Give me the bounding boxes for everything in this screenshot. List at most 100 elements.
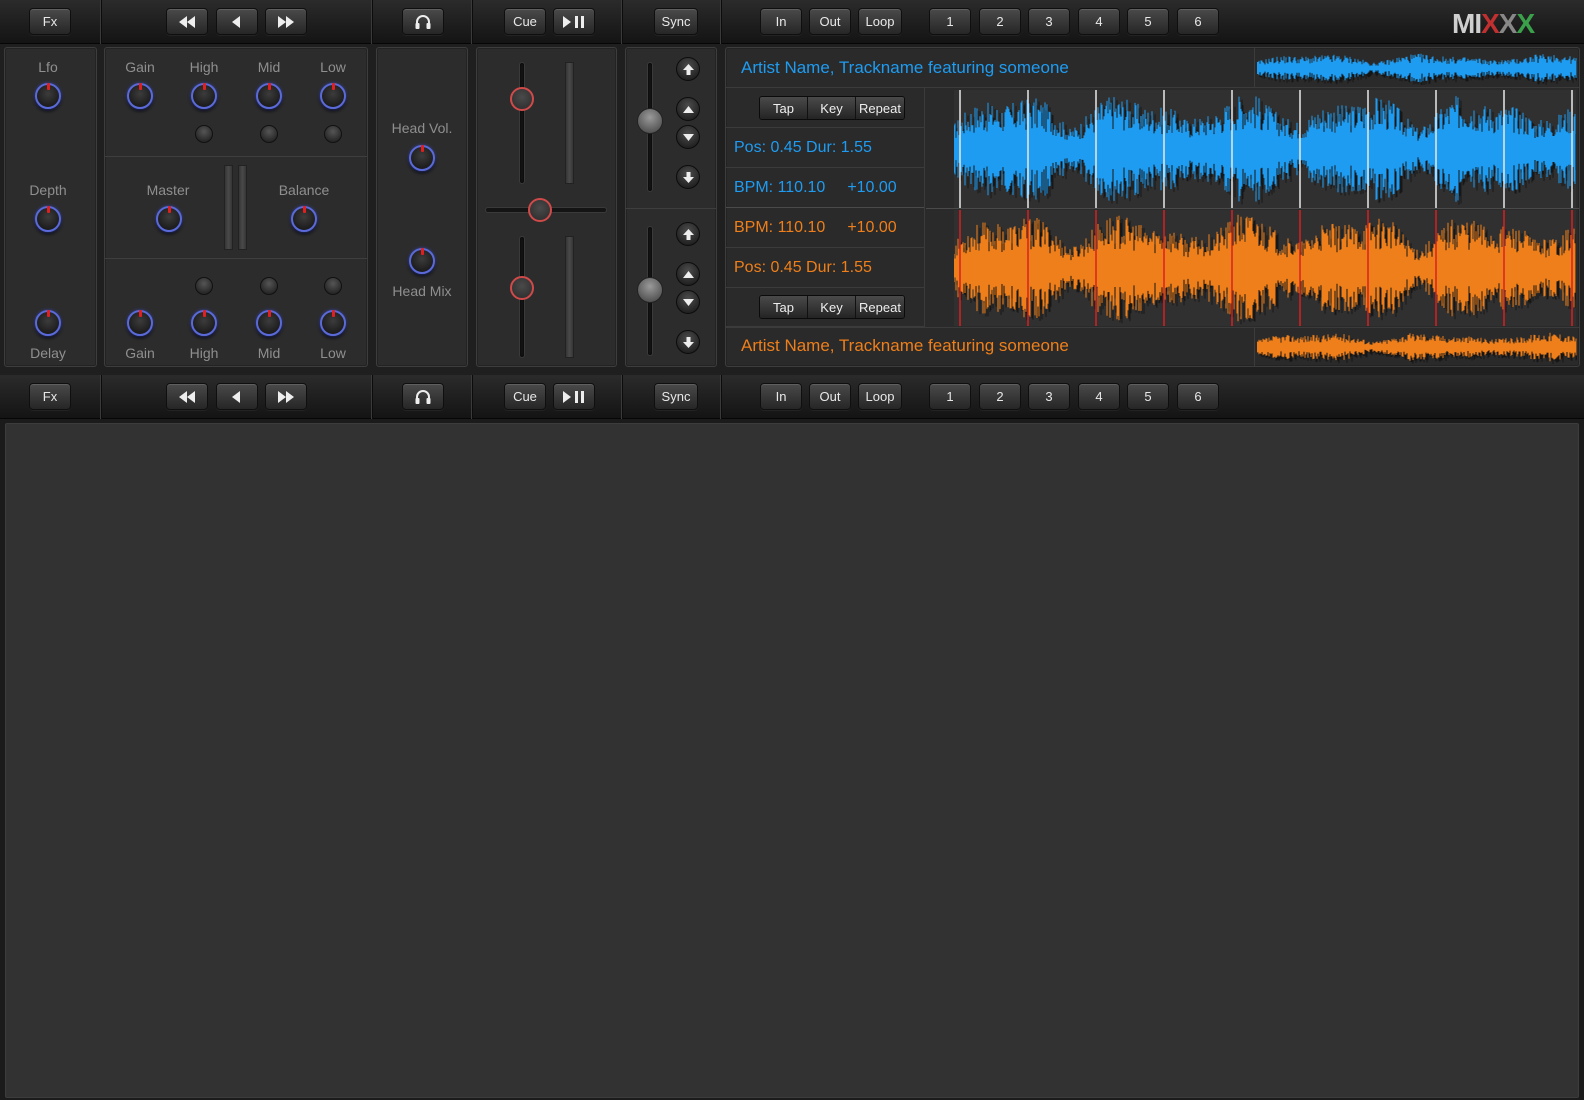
deck2-high-kill-button[interactable] [195, 277, 213, 295]
loop-out-button[interactable]: Out [809, 383, 851, 410]
cue-button[interactable]: Cue [504, 8, 546, 35]
sync-button[interactable]: Sync [654, 8, 698, 35]
hotcue-6-button[interactable]: 6 [1177, 8, 1219, 35]
delay-knob[interactable] [35, 310, 61, 336]
deck2-pitch-slider[interactable] [637, 277, 663, 303]
chevron-down-icon [682, 298, 694, 306]
deck2-repeat-button[interactable]: Repeat [856, 296, 904, 318]
balance-knob[interactable] [291, 206, 317, 232]
fx-button[interactable]: Fx [29, 8, 71, 35]
arrow-down-bold-icon [682, 171, 694, 183]
arrow-up-bold-icon [682, 63, 694, 75]
deck2-segmented-buttons: Tap Key Repeat [759, 295, 905, 319]
deck1-mid-knob[interactable] [256, 83, 282, 109]
gain-label: Gain [125, 345, 155, 361]
play-pause-button[interactable] [553, 383, 595, 410]
loop-out-button[interactable]: Out [809, 8, 851, 35]
deck1-repeat-button[interactable]: Repeat [856, 97, 904, 119]
deck1-mid-kill-button[interactable] [260, 125, 278, 143]
deck1-vu-meter [565, 62, 574, 184]
headphone-panel: Head Vol. Head Mix [376, 47, 468, 367]
library-panel[interactable] [5, 423, 1579, 1098]
fast-forward-button[interactable] [265, 383, 307, 410]
deck1-key-button[interactable]: Key [808, 97, 856, 119]
deck2-tap-button[interactable]: Tap [760, 296, 808, 318]
rewind-button[interactable] [216, 8, 258, 35]
deck2-overview-waveform[interactable] [1257, 330, 1577, 364]
deck1-volume-fader[interactable] [510, 87, 534, 111]
deck1-pitch-up-button[interactable] [676, 97, 700, 121]
hotcue-1-button[interactable]: 1 [929, 8, 971, 35]
depth-knob[interactable] [35, 206, 61, 232]
head-vol-knob[interactable] [409, 145, 435, 171]
sync-button[interactable]: Sync [654, 383, 698, 410]
deck2-mid-kill-button[interactable] [260, 277, 278, 295]
deck2-pitch-down-button[interactable] [676, 290, 700, 314]
high-label: High [189, 345, 219, 361]
hotcue-3-button[interactable]: 3 [1028, 383, 1070, 410]
lfo-knob[interactable] [35, 83, 61, 109]
fast-rewind-button[interactable] [166, 383, 208, 410]
deck1-gain-knob[interactable] [127, 83, 153, 109]
deck1-button-row: Tap Key Repeat [726, 89, 924, 128]
hotcue-2-button[interactable]: 2 [979, 383, 1021, 410]
master-knob[interactable] [156, 206, 182, 232]
headphone-cue-button[interactable] [402, 8, 444, 35]
deck2-main-waveform[interactable] [954, 210, 1576, 326]
crossfader-handle[interactable] [528, 198, 552, 222]
deck2-key-button[interactable]: Key [808, 296, 856, 318]
play-pause-button[interactable] [553, 8, 595, 35]
cue-button[interactable]: Cue [504, 383, 546, 410]
hotcue-5-button[interactable]: 5 [1127, 383, 1169, 410]
deck2-bpm-row: BPM: 110.10 +10.00 [726, 209, 924, 248]
hotcue-4-button[interactable]: 4 [1078, 8, 1120, 35]
deck1-segmented-buttons: Tap Key Repeat [759, 96, 905, 120]
loop-in-button[interactable]: In [760, 383, 802, 410]
deck1-overview-waveform[interactable] [1257, 51, 1577, 85]
hotcue-2-button[interactable]: 2 [979, 8, 1021, 35]
delay-label: Delay [30, 345, 66, 361]
deck1-tap-button[interactable]: Tap [760, 97, 808, 119]
deck1-pitch-slider[interactable] [637, 108, 663, 134]
deck1-low-kill-button[interactable] [324, 125, 342, 143]
deck2-low-kill-button[interactable] [324, 277, 342, 295]
deck2-pitch-down-fast-button[interactable] [676, 330, 700, 354]
deck1-high-kill-button[interactable] [195, 125, 213, 143]
fast-forward-icon [278, 15, 294, 28]
loop-button[interactable]: Loop [858, 8, 902, 35]
deck1-pitch-value: +10.00 [847, 179, 897, 196]
deck2-volume-fader[interactable] [510, 276, 534, 300]
deck2-gain-knob[interactable] [127, 310, 153, 336]
hotcue-3-button[interactable]: 3 [1028, 8, 1070, 35]
deck2-pitch-up-button[interactable] [676, 262, 700, 286]
deck2-mid-knob[interactable] [256, 310, 282, 336]
loop-in-button[interactable]: In [760, 8, 802, 35]
deck1-pitch-down-button[interactable] [676, 125, 700, 149]
deck1-bpm-row: BPM: 110.10 +10.00 [726, 169, 924, 208]
separator [100, 375, 101, 419]
fx-button[interactable]: Fx [29, 383, 71, 410]
hotcue-4-button[interactable]: 4 [1078, 383, 1120, 410]
deck1-high-knob[interactable] [191, 83, 217, 109]
deck2-low-knob[interactable] [320, 310, 346, 336]
high-label: High [189, 59, 219, 75]
head-mix-label: Head Mix [392, 283, 452, 299]
deck1-track-title: Artist Name, Trackname featuring someone [741, 58, 1069, 77]
head-mix-knob[interactable] [409, 248, 435, 274]
rewind-button[interactable] [216, 383, 258, 410]
deck1-pitch-down-fast-button[interactable] [676, 165, 700, 189]
deck1-main-waveform[interactable] [954, 90, 1576, 208]
loop-button[interactable]: Loop [858, 383, 902, 410]
deck1-low-knob[interactable] [320, 83, 346, 109]
fast-rewind-button[interactable] [166, 8, 208, 35]
hotcue-5-button[interactable]: 5 [1127, 8, 1169, 35]
hotcue-1-button[interactable]: 1 [929, 383, 971, 410]
headphone-cue-button[interactable] [402, 383, 444, 410]
low-label: Low [320, 345, 346, 361]
divider [1254, 48, 1255, 88]
deck2-high-knob[interactable] [191, 310, 217, 336]
deck1-pitch-up-fast-button[interactable] [676, 57, 700, 81]
hotcue-6-button[interactable]: 6 [1177, 383, 1219, 410]
deck2-pitch-up-fast-button[interactable] [676, 222, 700, 246]
fast-forward-button[interactable] [265, 8, 307, 35]
